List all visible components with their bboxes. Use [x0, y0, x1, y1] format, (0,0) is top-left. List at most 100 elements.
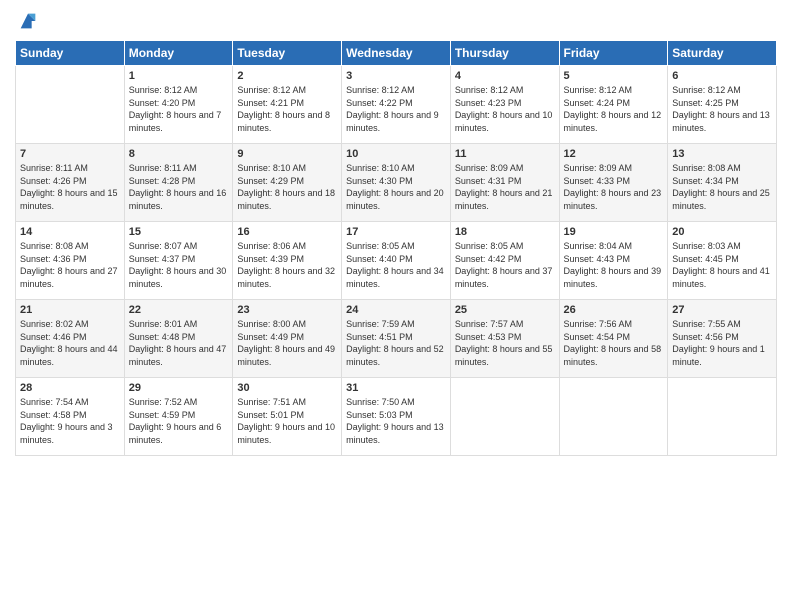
day-info: Sunrise: 8:04 AMSunset: 4:43 PMDaylight:… — [564, 240, 664, 290]
day-number: 28 — [20, 382, 120, 394]
header-row: SundayMondayTuesdayWednesdayThursdayFrid… — [16, 41, 777, 66]
day-number: 11 — [455, 148, 555, 160]
calendar-cell: 3 Sunrise: 8:12 AMSunset: 4:22 PMDaylight… — [342, 66, 451, 144]
header-cell: Monday — [124, 41, 233, 66]
day-number: 7 — [20, 148, 120, 160]
day-info: Sunrise: 8:12 AMSunset: 4:22 PMDaylight:… — [346, 84, 446, 134]
day-info: Sunrise: 7:51 AMSunset: 5:01 PMDaylight:… — [237, 396, 337, 446]
day-number: 17 — [346, 226, 446, 238]
day-info: Sunrise: 7:56 AMSunset: 4:54 PMDaylight:… — [564, 318, 664, 368]
day-info: Sunrise: 7:59 AMSunset: 4:51 PMDaylight:… — [346, 318, 446, 368]
day-number: 24 — [346, 304, 446, 316]
calendar-cell: 28Sunrise: 7:54 AMSunset: 4:58 PMDayligh… — [16, 378, 125, 456]
day-info: Sunrise: 8:02 AMSunset: 4:46 PMDaylight:… — [20, 318, 120, 368]
day-number: 13 — [672, 148, 772, 160]
calendar-cell: 23Sunrise: 8:00 AMSunset: 4:49 PMDayligh… — [233, 300, 342, 378]
day-info: Sunrise: 8:05 AMSunset: 4:42 PMDaylight:… — [455, 240, 555, 290]
day-number: 2 — [237, 70, 337, 82]
calendar-cell — [559, 378, 668, 456]
page-container: SundayMondayTuesdayWednesdayThursdayFrid… — [0, 0, 792, 466]
day-number: 16 — [237, 226, 337, 238]
day-info: Sunrise: 8:12 AMSunset: 4:20 PMDaylight:… — [129, 84, 229, 134]
calendar-cell: 15 Sunrise: 8:07 AMSunset: 4:37 PMDayligh… — [124, 222, 233, 300]
calendar-cell: 18 Sunrise: 8:05 AMSunset: 4:42 PMDayligh… — [450, 222, 559, 300]
calendar-cell: 13 Sunrise: 8:08 AMSunset: 4:34 PMDayligh… — [668, 144, 777, 222]
logo-icon — [17, 10, 39, 32]
day-number: 19 — [564, 226, 664, 238]
day-info: Sunrise: 8:12 AMSunset: 4:23 PMDaylight:… — [455, 84, 555, 134]
header-cell: Wednesday — [342, 41, 451, 66]
calendar-cell — [668, 378, 777, 456]
calendar-cell: 24 Sunrise: 7:59 AMSunset: 4:51 PMDayligh… — [342, 300, 451, 378]
calendar-week-row: 28Sunrise: 7:54 AMSunset: 4:58 PMDayligh… — [16, 378, 777, 456]
day-number: 22 — [129, 304, 229, 316]
calendar-cell: 12 Sunrise: 8:09 AMSunset: 4:33 PMDayligh… — [559, 144, 668, 222]
calendar-cell: 31Sunrise: 7:50 AMSunset: 5:03 PMDayligh… — [342, 378, 451, 456]
day-info: Sunrise: 8:11 AMSunset: 4:28 PMDaylight:… — [129, 162, 229, 212]
calendar-cell: 26 Sunrise: 7:56 AMSunset: 4:54 PMDayligh… — [559, 300, 668, 378]
calendar-cell: 22 Sunrise: 8:01 AMSunset: 4:48 PMDayligh… — [124, 300, 233, 378]
day-number: 6 — [672, 70, 772, 82]
day-info: Sunrise: 8:09 AMSunset: 4:31 PMDaylight:… — [455, 162, 555, 212]
day-number: 3 — [346, 70, 446, 82]
day-number: 30 — [237, 382, 337, 394]
day-number: 12 — [564, 148, 664, 160]
calendar-cell: 5 Sunrise: 8:12 AMSunset: 4:24 PMDaylight… — [559, 66, 668, 144]
day-number: 4 — [455, 70, 555, 82]
calendar-cell: 20 Sunrise: 8:03 AMSunset: 4:45 PMDayligh… — [668, 222, 777, 300]
calendar-cell: 1 Sunrise: 8:12 AMSunset: 4:20 PMDaylight… — [124, 66, 233, 144]
calendar-table: SundayMondayTuesdayWednesdayThursdayFrid… — [15, 40, 777, 456]
day-number: 29 — [129, 382, 229, 394]
day-number: 27 — [672, 304, 772, 316]
header-cell: Saturday — [668, 41, 777, 66]
day-info: Sunrise: 8:12 AMSunset: 4:24 PMDaylight:… — [564, 84, 664, 134]
day-info: Sunrise: 8:10 AMSunset: 4:29 PMDaylight:… — [237, 162, 337, 212]
day-number: 21 — [20, 304, 120, 316]
day-info: Sunrise: 8:07 AMSunset: 4:37 PMDaylight:… — [129, 240, 229, 290]
day-number: 26 — [564, 304, 664, 316]
calendar-cell: 17 Sunrise: 8:05 AMSunset: 4:40 PMDayligh… — [342, 222, 451, 300]
calendar-cell: 8 Sunrise: 8:11 AMSunset: 4:28 PMDaylight… — [124, 144, 233, 222]
day-info: Sunrise: 8:12 AMSunset: 4:25 PMDaylight:… — [672, 84, 772, 134]
day-number: 5 — [564, 70, 664, 82]
day-number: 8 — [129, 148, 229, 160]
calendar-week-row: 21 Sunrise: 8:02 AMSunset: 4:46 PMDayligh… — [16, 300, 777, 378]
calendar-cell — [450, 378, 559, 456]
day-info: Sunrise: 8:05 AMSunset: 4:40 PMDaylight:… — [346, 240, 446, 290]
calendar-cell: 21 Sunrise: 8:02 AMSunset: 4:46 PMDayligh… — [16, 300, 125, 378]
day-info: Sunrise: 8:01 AMSunset: 4:48 PMDaylight:… — [129, 318, 229, 368]
day-info: Sunrise: 7:52 AMSunset: 4:59 PMDaylight:… — [129, 396, 229, 446]
calendar-cell: 10 Sunrise: 8:10 AMSunset: 4:30 PMDayligh… — [342, 144, 451, 222]
day-number: 25 — [455, 304, 555, 316]
calendar-cell: 16Sunrise: 8:06 AMSunset: 4:39 PMDayligh… — [233, 222, 342, 300]
day-info: Sunrise: 8:12 AMSunset: 4:21 PMDaylight:… — [237, 84, 337, 134]
calendar-week-row: 7 Sunrise: 8:11 AMSunset: 4:26 PMDaylight… — [16, 144, 777, 222]
calendar-cell: 25Sunrise: 7:57 AMSunset: 4:53 PMDayligh… — [450, 300, 559, 378]
day-info: Sunrise: 8:03 AMSunset: 4:45 PMDaylight:… — [672, 240, 772, 290]
calendar-cell: 9 Sunrise: 8:10 AMSunset: 4:29 PMDaylight… — [233, 144, 342, 222]
calendar-cell: 11 Sunrise: 8:09 AMSunset: 4:31 PMDayligh… — [450, 144, 559, 222]
day-info: Sunrise: 8:10 AMSunset: 4:30 PMDaylight:… — [346, 162, 446, 212]
day-info: Sunrise: 8:08 AMSunset: 4:34 PMDaylight:… — [672, 162, 772, 212]
day-number: 18 — [455, 226, 555, 238]
day-info: Sunrise: 8:08 AMSunset: 4:36 PMDaylight:… — [20, 240, 120, 290]
day-info: Sunrise: 8:09 AMSunset: 4:33 PMDaylight:… — [564, 162, 664, 212]
header-cell: Sunday — [16, 41, 125, 66]
day-number: 20 — [672, 226, 772, 238]
calendar-cell: 30 Sunrise: 7:51 AMSunset: 5:01 PMDayligh… — [233, 378, 342, 456]
calendar-cell: 7 Sunrise: 8:11 AMSunset: 4:26 PMDaylight… — [16, 144, 125, 222]
day-info: Sunrise: 8:11 AMSunset: 4:26 PMDaylight:… — [20, 162, 120, 212]
day-number: 9 — [237, 148, 337, 160]
calendar-week-row: 14Sunrise: 8:08 AMSunset: 4:36 PMDayligh… — [16, 222, 777, 300]
day-number: 31 — [346, 382, 446, 394]
calendar-cell: 27 Sunrise: 7:55 AMSunset: 4:56 PMDayligh… — [668, 300, 777, 378]
calendar-cell: 6 Sunrise: 8:12 AMSunset: 4:25 PMDaylight… — [668, 66, 777, 144]
day-number: 1 — [129, 70, 229, 82]
day-info: Sunrise: 7:55 AMSunset: 4:56 PMDaylight:… — [672, 318, 772, 368]
calendar-cell: 2 Sunrise: 8:12 AMSunset: 4:21 PMDaylight… — [233, 66, 342, 144]
day-number: 15 — [129, 226, 229, 238]
calendar-cell: 19 Sunrise: 8:04 AMSunset: 4:43 PMDayligh… — [559, 222, 668, 300]
logo — [15, 10, 39, 32]
day-number: 10 — [346, 148, 446, 160]
header-cell: Tuesday — [233, 41, 342, 66]
